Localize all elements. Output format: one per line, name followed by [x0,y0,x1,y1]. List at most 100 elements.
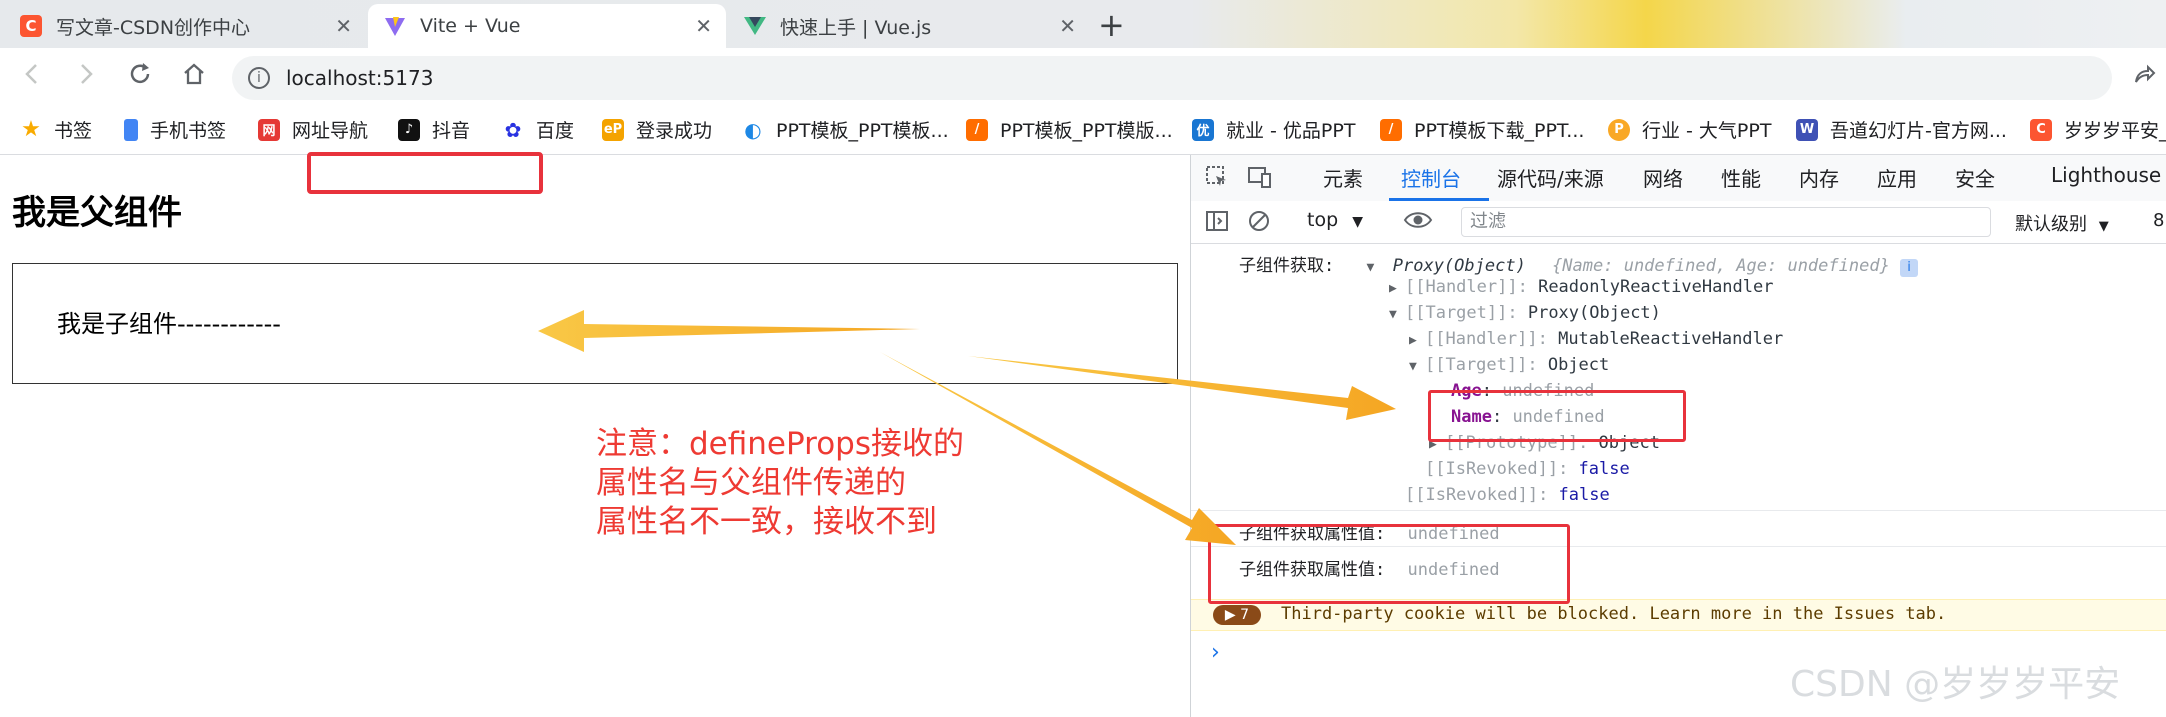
tree-row[interactable]: ▼ [[Target]]: Object [1409,355,1609,375]
expand-triangle-icon[interactable]: ▼ [1389,307,1405,322]
bookmark-item[interactable]: C 岁岁岁平安_... [2030,116,2166,143]
log-level-value: 默认级别 [2015,214,2087,235]
tree-key: [[Handler]] [1405,277,1518,297]
console-prompt-icon[interactable]: › [1211,640,1220,665]
nav-icon: 网 [258,118,280,141]
bookmark-item[interactable]: ◐ PPT模板_PPT模板... [742,116,949,143]
expand-triangle-icon[interactable]: ▼ [1367,260,1383,275]
tree-row[interactable]: ▼ [[Target]]: Proxy(Object) [1389,303,1661,323]
tab-memory[interactable]: 内存 [1799,163,1839,192]
tree-value: false [1558,485,1610,505]
tree-row[interactable]: ▶ [[Handler]]: ReadonlyReactiveHandler [1389,277,1773,297]
tree-value: MutableReactiveHandler [1558,329,1784,349]
clear-console-icon[interactable] [1247,209,1271,239]
bookmark-label: PPT模板_PPT模版... [1000,120,1173,142]
note-line: 属性名与父组件传递的 [596,465,906,501]
device-toolbar-icon[interactable] [1247,165,1273,195]
note-line: 属性名不一致，接收不到 [596,504,937,540]
row-divider [1191,510,2166,511]
csdn-icon: C [20,15,42,37]
eye-icon[interactable] [1403,207,1433,239]
douyin-icon: ♪ [398,118,420,141]
log-level-selector[interactable]: 默认级别 ▼ [2015,210,2109,236]
tab-vuejs[interactable]: 快速上手 | Vue.js ✕ [728,4,1090,48]
tab-title: 快速上手 | Vue.js [780,16,932,39]
bookmarks-bar: ★ 书签 手机书签 网 网址导航 ♪ 抖音 ✿ 百度 eP 登录成功 ◐ PPT… [0,108,2166,155]
info-icon[interactable]: i [1900,259,1919,277]
note-line: 注意：defineProps接收的 [596,426,965,462]
bookmark-item[interactable]: 网 网址导航 [258,116,368,143]
vue-icon [744,15,766,37]
wudao-icon: W [1796,118,1818,141]
close-icon[interactable]: ✕ [335,14,352,38]
bookmark-item[interactable]: P 行业 - 大气PPT [1608,116,1771,143]
context-selector[interactable]: top ▼ [1307,209,1363,231]
warning-count: 7 [1240,607,1250,623]
bookmark-item[interactable]: eP 登录成功 [602,116,712,143]
forward-icon[interactable] [68,60,104,95]
bookmark-label: 书签 [54,120,93,142]
chevron-down-icon: ▼ [1352,214,1363,230]
expand-triangle-icon[interactable]: ▼ [1409,359,1425,374]
bookmark-label: 手机书签 [150,120,227,142]
bookmark-item[interactable]: / PPT模板_PPT模版... [966,116,1173,143]
csdn-icon: C [2030,118,2052,141]
annotation-highlight-log-values [1208,524,1570,604]
url-text[interactable]: localhost:5173 [286,66,433,90]
object-type: Proxy(Object) [1392,256,1526,276]
issues-count[interactable]: 8 [2153,210,2164,231]
back-icon[interactable] [14,60,50,95]
browser-toolbar: i localhost:5173 [0,48,2166,108]
close-icon[interactable]: ✕ [695,14,712,38]
tree-row: [[IsRevoked]]: false [1405,485,1610,505]
tree-key: [[Handler]] [1425,329,1538,349]
context-value: top [1307,209,1339,231]
tab-lighthouse[interactable]: Lighthouse [2051,163,2161,187]
tab-console[interactable]: 控制台 [1401,163,1461,192]
collapsed-triangle-icon[interactable]: ▶ [1389,281,1405,296]
page-viewport: 我是父组件 我是子组件------------ 注意：defineProps接收… [0,155,1190,717]
bookmark-label: 岁岁岁平安_... [2064,120,2166,142]
tab-sources[interactable]: 源代码/来源 [1497,163,1604,192]
new-tab-button[interactable]: + [1098,6,1125,44]
tab-vite[interactable]: Vite + Vue ✕ [368,4,726,48]
bookmark-item[interactable]: 手机书签 [124,116,226,143]
tree-row[interactable]: ▶ [[Handler]]: MutableReactiveHandler [1409,329,1783,349]
tree-value: Object [1547,355,1610,375]
ep-icon: eP [602,118,624,141]
sidebar-toggle-icon[interactable] [1205,209,1229,239]
inspect-icon[interactable] [1205,165,1229,195]
baidu-icon: ✿ [504,117,522,142]
console-log-row[interactable]: 子组件获取: ▼ Proxy(Object) {Name: undefined,… [1239,251,1919,277]
address-bar[interactable]: i localhost:5173 [232,56,2112,100]
reload-icon[interactable] [122,60,158,95]
tab-performance[interactable]: 性能 [1721,163,1761,192]
bookmark-label: 吾道幻灯片-官方网... [1830,120,2007,142]
warning-count-badge[interactable]: ▶ 7 [1213,605,1261,625]
bookmark-label: 行业 - 大气PPT [1642,120,1772,142]
collapsed-triangle-icon[interactable]: ▶ [1409,333,1425,348]
tree-key: [[IsRevoked]] [1425,459,1559,479]
close-icon[interactable]: ✕ [1059,14,1076,38]
bookmark-item[interactable]: 优 就业 - 优品PPT [1192,116,1355,143]
bookmark-item[interactable]: W 吾道幻灯片-官方网... [1796,116,2007,143]
bookmark-item[interactable]: ★ 书签 [20,116,92,143]
phone-icon [124,118,138,141]
tab-network[interactable]: 网络 [1643,163,1683,192]
console-filter-input[interactable]: 过滤 [1461,207,1991,237]
site-info-icon[interactable]: i [248,67,270,89]
ppt-icon: ◐ [744,117,762,142]
tab-security[interactable]: 安全 [1955,163,1995,192]
bookmark-item[interactable]: / PPT模板下载_PPT... [1380,116,1584,143]
ppt2-icon: / [966,118,988,141]
tab-application[interactable]: 应用 [1877,163,1917,192]
bookmark-item[interactable]: ♪ 抖音 [398,116,470,143]
share-icon[interactable] [2132,62,2156,92]
bookmark-item[interactable]: ✿ 百度 [502,116,574,143]
bookmark-label: PPT模板_PPT模板... [776,120,949,142]
vite-icon [384,15,406,37]
tab-csdn[interactable]: C 写文章-CSDN创作中心 ✕ [4,4,366,48]
tab-elements[interactable]: 元素 [1323,163,1363,192]
home-icon[interactable] [176,60,212,95]
tree-key: [[IsRevoked]] [1405,485,1539,505]
